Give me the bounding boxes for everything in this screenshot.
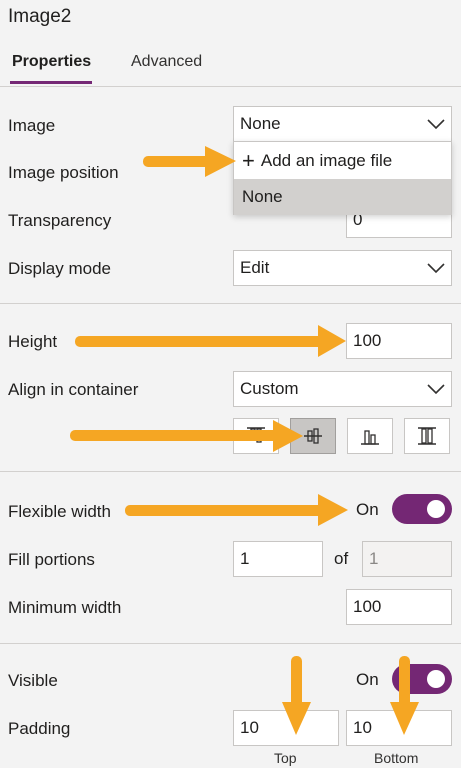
- arrow-icon: [282, 702, 311, 735]
- annotation-arrows: [70, 146, 419, 735]
- arrow-icon: [70, 430, 282, 441]
- arrow-icon: [125, 505, 325, 516]
- arrow-icon: [291, 656, 302, 708]
- arrow-icon: [390, 702, 419, 735]
- arrow-icon: [318, 494, 348, 526]
- arrow-icon: [399, 656, 410, 708]
- arrow-icon: [205, 146, 236, 177]
- arrow-icon: [318, 325, 346, 357]
- arrow-icon: [75, 336, 325, 347]
- arrow-icon: [273, 420, 303, 452]
- arrow-icon: [143, 156, 211, 167]
